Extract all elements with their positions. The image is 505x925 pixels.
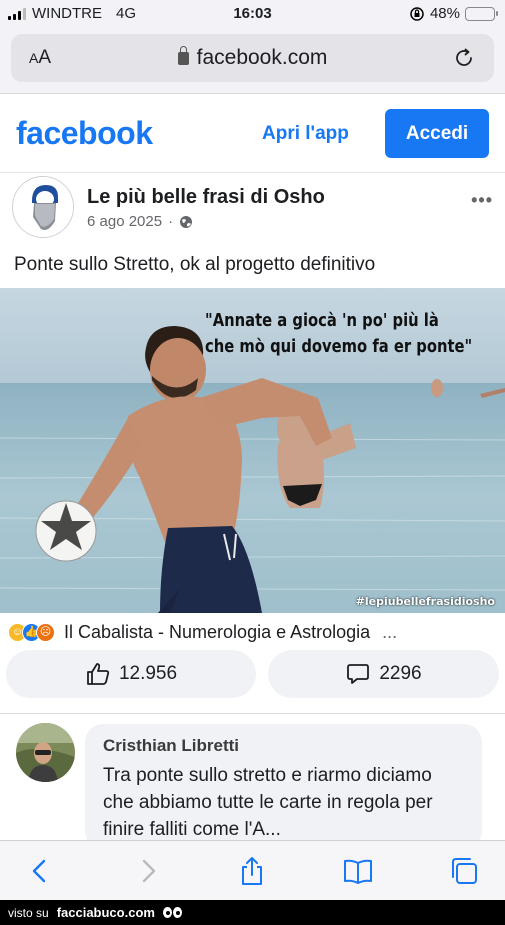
post-photo[interactable]: "Annate a giocà 'n po' più là che mò qui…: [0, 288, 505, 613]
thumbs-up-icon: [87, 663, 110, 685]
forward-icon[interactable]: [132, 855, 164, 887]
lock-icon: [177, 46, 189, 65]
commenter-avatar[interactable]: [16, 723, 75, 782]
comment-count: 2296: [379, 663, 422, 684]
comment-icon: [347, 664, 370, 684]
share-icon[interactable]: [236, 855, 268, 887]
facebook-logo[interactable]: facebook: [16, 115, 153, 152]
photo-quote-line-2: che mò qui dovemo fa er ponte": [205, 336, 473, 357]
browser-toolbar: [0, 840, 505, 900]
open-app-link[interactable]: Apri l'app: [262, 123, 349, 145]
comment-author[interactable]: Cristhian Libretti: [103, 736, 464, 756]
meta-separator: ·: [168, 213, 174, 230]
url-text: facebook.com: [196, 46, 328, 69]
reload-icon[interactable]: [452, 46, 476, 70]
like-count: 12.956: [118, 663, 178, 684]
photo-quote-line-1: "Annate a giocà 'n po' più là: [205, 310, 439, 331]
photo-quote: "Annate a giocà 'n po' più là che mò qui…: [205, 308, 473, 360]
comment-text: Tra ponte sullo stretto e riarmo diciamo…: [103, 765, 433, 840]
like-button[interactable]: 12.956: [6, 650, 256, 698]
status-right: 48%: [409, 5, 498, 22]
commenter-avatar-image: [16, 723, 75, 782]
reacted-by-name: Il Cabalista - Numerologia e Astrologia: [64, 621, 371, 642]
orientation-lock-icon: [410, 6, 424, 21]
photo-hashtag: #lepiubellefrasidiosho: [355, 595, 495, 608]
page-avatar-image: [13, 177, 73, 237]
status-bar: WINDTRE 4G 16:03 48%: [0, 0, 505, 28]
login-button[interactable]: Accedi: [385, 109, 489, 158]
facebook-header: facebook Apri l'app Accedi: [0, 95, 505, 173]
angry-reaction-icon: ☹: [36, 622, 55, 642]
tabs-icon[interactable]: [448, 855, 480, 887]
back-icon[interactable]: [24, 855, 56, 887]
globe-icon: [180, 215, 193, 228]
footer-prefix: visto su: [8, 905, 49, 920]
post-meta: 6 ago 2025 ·: [87, 213, 193, 230]
battery-icon: [465, 6, 498, 21]
section-divider: [0, 713, 505, 714]
watermark-footer: visto su facciabuco.com: [0, 900, 505, 925]
eyes-logo-icon: [162, 907, 182, 918]
footer-site: facciabuco.com: [56, 905, 155, 920]
reactions-summary[interactable]: ☺ 👍 ☹ Il Cabalista - Numerologia e Astro…: [8, 620, 498, 644]
bookmarks-icon[interactable]: [342, 855, 374, 887]
page-name[interactable]: Le più belle frasi di Osho: [87, 186, 325, 209]
reactions-more: ...: [382, 621, 398, 642]
post-text: Ponte sullo Stretto, ok al progetto defi…: [14, 254, 376, 275]
comment-button[interactable]: 2296: [268, 650, 499, 698]
more-options-icon[interactable]: •••: [471, 190, 493, 211]
post-date[interactable]: 6 ago 2025: [87, 213, 162, 230]
url-display[interactable]: facebook.com: [11, 46, 494, 70]
browser-address-area: AA facebook.com: [0, 28, 505, 94]
battery-percent: 48%: [429, 5, 460, 22]
address-bar[interactable]: AA facebook.com: [11, 34, 494, 82]
reaction-icons: ☺ 👍 ☹: [8, 622, 55, 642]
comment-bubble: Cristhian Libretti Tra ponte sullo stret…: [85, 724, 482, 849]
page-avatar[interactable]: [12, 176, 74, 238]
